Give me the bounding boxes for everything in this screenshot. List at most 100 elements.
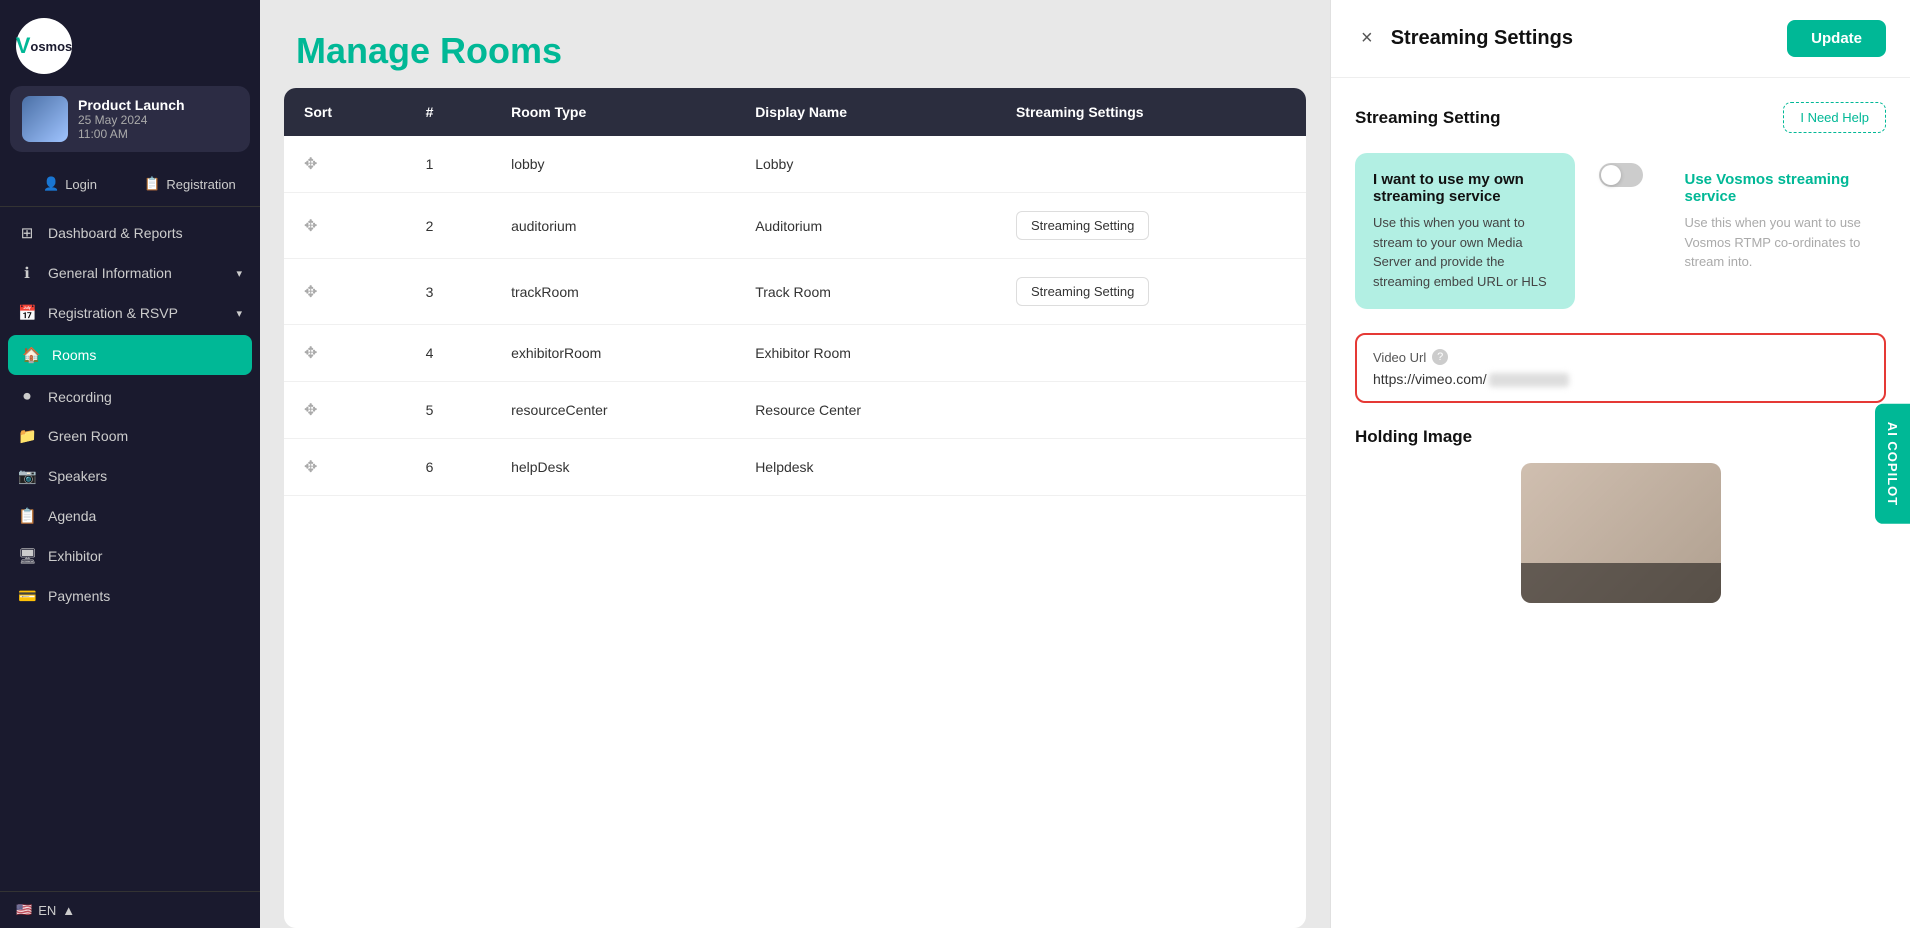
registration-icon: 📋	[144, 176, 160, 192]
i-need-help-button[interactable]: I Need Help	[1783, 102, 1886, 133]
close-button[interactable]: ×	[1355, 25, 1379, 52]
vosmos-service-desc: Use this when you want to use Vosmos RTM…	[1685, 213, 1869, 272]
event-info: Product Launch 25 May 2024 11:00 AM	[78, 97, 185, 141]
sidebar-item-green-room[interactable]: 📁 Green Room	[0, 416, 260, 456]
streaming-setting-button[interactable]: Streaming Setting	[1016, 277, 1149, 306]
video-url-help-icon[interactable]: ?	[1432, 349, 1448, 365]
drag-handle-cell: ✥	[284, 382, 406, 439]
drag-handle-icon[interactable]: ✥	[304, 459, 317, 476]
streaming-setting-button[interactable]: Streaming Setting	[1016, 211, 1149, 240]
col-display-name: Display Name	[735, 88, 996, 136]
display-name: Lobby	[735, 136, 996, 193]
login-button[interactable]: 👤 Login	[10, 168, 130, 200]
table-row[interactable]: ✥ 2 auditorium Auditorium Streaming Sett…	[284, 193, 1306, 259]
col-room-type: Room Type	[491, 88, 735, 136]
logo-icon: Vosmos	[16, 18, 72, 74]
panel-title: Streaming Settings	[1391, 27, 1573, 50]
display-name: Auditorium	[735, 193, 996, 259]
info-icon: ℹ	[18, 264, 36, 282]
table-row[interactable]: ✥ 1 lobby Lobby	[284, 136, 1306, 193]
drag-handle-icon[interactable]: ✥	[304, 284, 317, 301]
col-streaming-settings: Streaming Settings	[996, 88, 1306, 136]
sidebar-item-exhibitor[interactable]: 🖥 Exhibitor	[0, 536, 260, 576]
calendar-icon: 📅	[18, 304, 36, 322]
recording-icon: ⏺	[18, 388, 36, 405]
holding-image-preview[interactable]	[1521, 463, 1721, 603]
table-row[interactable]: ✥ 6 helpDesk Helpdesk	[284, 439, 1306, 496]
streaming-setting-cell	[996, 382, 1306, 439]
panel-title-row: × Streaming Settings	[1355, 25, 1573, 52]
sidebar-item-speakers[interactable]: 📷 Speakers	[0, 456, 260, 496]
table-row[interactable]: ✥ 3 trackRoom Track Room Streaming Setti…	[284, 259, 1306, 325]
holding-image-overlay	[1521, 563, 1721, 603]
toggle-knob	[1601, 165, 1621, 185]
drag-handle-cell: ✥	[284, 325, 406, 382]
display-name: Resource Center	[735, 382, 996, 439]
sidebar-item-recording[interactable]: ⏺ Recording	[0, 377, 260, 416]
sidebar-item-general-info[interactable]: ℹ General Information ▾	[0, 253, 260, 293]
chevron-down-icon: ▾	[236, 307, 242, 320]
vosmos-service-title: Use Vosmos streaming service	[1685, 171, 1869, 205]
video-url-value: https://vimeo.com/	[1373, 371, 1868, 387]
sidebar-actions: 👤 Login 📋 Registration	[0, 162, 260, 207]
event-date: 25 May 2024	[78, 113, 185, 127]
row-num: 1	[406, 136, 491, 193]
update-button[interactable]: Update	[1787, 20, 1886, 57]
room-type: helpDesk	[491, 439, 735, 496]
own-service-card[interactable]: I want to use my own streaming service U…	[1355, 153, 1575, 309]
col-num: #	[406, 88, 491, 136]
streaming-toggle[interactable]	[1599, 163, 1643, 187]
table-row[interactable]: ✥ 5 resourceCenter Resource Center	[284, 382, 1306, 439]
payments-icon: 💳	[18, 587, 36, 605]
speakers-icon: 📷	[18, 467, 36, 485]
table-row[interactable]: ✥ 4 exhibitorRoom Exhibitor Room	[284, 325, 1306, 382]
drag-handle-icon[interactable]: ✥	[304, 345, 317, 362]
streaming-setting-title: Streaming Setting	[1355, 108, 1500, 128]
chevron-up-icon: ▲	[62, 903, 75, 918]
drag-handle-icon[interactable]: ✥	[304, 402, 317, 419]
login-icon: 👤	[43, 176, 59, 192]
streaming-options: I want to use my own streaming service U…	[1355, 153, 1886, 309]
toggle-area	[1591, 153, 1651, 197]
row-num: 4	[406, 325, 491, 382]
holding-image-title: Holding Image	[1355, 427, 1886, 447]
sidebar-item-agenda[interactable]: 📋 Agenda	[0, 496, 260, 536]
rooms-table: Sort # Room Type Display Name Streaming …	[284, 88, 1306, 496]
logo-area: Vosmos	[0, 0, 260, 86]
event-time: 11:00 AM	[78, 127, 185, 141]
sidebar-item-dashboard[interactable]: ⊞ Dashboard & Reports	[0, 213, 260, 253]
sidebar: Vosmos Product Launch 25 May 2024 11:00 …	[0, 0, 260, 928]
sidebar-item-registration[interactable]: 📅 Registration & RSVP ▾	[0, 293, 260, 333]
sidebar-nav: ⊞ Dashboard & Reports ℹ General Informat…	[0, 213, 260, 928]
chevron-down-icon: ▾	[236, 267, 242, 280]
drag-handle-icon[interactable]: ✥	[304, 218, 317, 235]
panel-header: × Streaming Settings Update	[1331, 0, 1910, 78]
display-name: Exhibitor Room	[735, 325, 996, 382]
sidebar-item-rooms[interactable]: 🏠 Rooms	[8, 335, 252, 375]
ai-copilot-tab[interactable]: AI COPILOT	[1875, 404, 1910, 524]
drag-handle-cell: ✥	[284, 259, 406, 325]
col-sort: Sort	[284, 88, 406, 136]
registration-button[interactable]: 📋 Registration	[130, 168, 250, 200]
streaming-setting-cell	[996, 136, 1306, 193]
row-num: 6	[406, 439, 491, 496]
language-selector[interactable]: 🇺🇸 EN ▲	[0, 891, 260, 928]
drag-handle-icon[interactable]: ✥	[304, 156, 317, 173]
own-service-title: I want to use my own streaming service	[1373, 171, 1557, 205]
drag-handle-cell: ✥	[284, 193, 406, 259]
room-type: auditorium	[491, 193, 735, 259]
video-url-box: Video Url ? https://vimeo.com/	[1355, 333, 1886, 403]
green-room-icon: 📁	[18, 427, 36, 445]
video-url-label: Video Url ?	[1373, 349, 1868, 365]
display-name: Helpdesk	[735, 439, 996, 496]
main-content: Manage Rooms Sort # Room Type Display Na…	[260, 0, 1330, 928]
room-type: exhibitorRoom	[491, 325, 735, 382]
sidebar-item-payments[interactable]: 💳 Payments	[0, 576, 260, 616]
display-name: Track Room	[735, 259, 996, 325]
flag-icon: 🇺🇸	[16, 902, 32, 918]
section-header-row: Streaming Setting I Need Help	[1355, 102, 1886, 133]
rooms-table-container: Sort # Room Type Display Name Streaming …	[284, 88, 1306, 928]
vosmos-service-option[interactable]: Use Vosmos streaming service Use this wh…	[1667, 153, 1887, 290]
event-card[interactable]: Product Launch 25 May 2024 11:00 AM	[10, 86, 250, 152]
dashboard-icon: ⊞	[18, 224, 36, 242]
